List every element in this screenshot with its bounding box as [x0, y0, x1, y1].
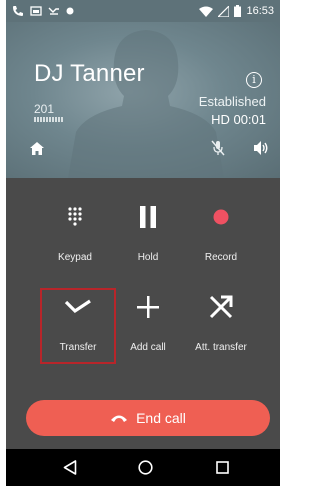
status-left — [12, 4, 74, 18]
call-timer: HD 00:01 — [211, 112, 266, 127]
record-button[interactable]: Record — [186, 200, 256, 280]
hold-button[interactable]: Hold — [113, 200, 183, 280]
call-quality-bars — [34, 117, 63, 122]
caller-name: DJ Tanner — [34, 60, 145, 87]
status-right: 16:53 — [199, 4, 274, 18]
recents-icon[interactable] — [216, 461, 229, 474]
hangup-icon — [111, 415, 128, 422]
end-call-button[interactable]: End call — [26, 400, 270, 436]
plus-icon — [113, 292, 183, 322]
phone-call-icon — [13, 6, 23, 16]
back-icon[interactable] — [63, 460, 77, 475]
attended-transfer-icon — [186, 292, 256, 322]
speaker-icon[interactable] — [254, 141, 269, 155]
end-call-label: End call — [136, 410, 186, 426]
keypad-button[interactable]: Keypad — [40, 200, 110, 280]
missed-call-icon — [48, 7, 59, 15]
battery-icon — [234, 5, 242, 17]
transfer-icon — [43, 292, 113, 322]
wifi-icon — [199, 6, 214, 17]
navigation-bar — [6, 449, 280, 486]
call-screen: 16:53 DJ Tanner 201 i Established HD 00:… — [6, 0, 280, 486]
caller-header: DJ Tanner 201 i Established HD 00:01 — [6, 22, 280, 178]
call-state: Established — [198, 94, 266, 109]
record-label: Record — [204, 252, 238, 263]
keypad-icon — [40, 202, 110, 232]
caller-extension: 201 — [34, 102, 55, 116]
record-icon — [186, 202, 256, 232]
add-call-button[interactable]: Add call — [113, 290, 183, 370]
mic-muted-icon[interactable] — [211, 140, 225, 156]
att-transfer-label: Att. transfer — [195, 342, 247, 353]
pause-icon — [113, 202, 183, 232]
transfer-button[interactable]: Transfer — [40, 290, 110, 370]
status-bar: 16:53 — [6, 0, 280, 22]
attended-transfer-button[interactable]: Att. transfer — [186, 290, 256, 370]
info-icon[interactable]: i — [246, 72, 262, 88]
voicemail-icon — [30, 6, 42, 16]
dot-icon — [66, 7, 74, 15]
home-nav-icon[interactable] — [138, 460, 153, 475]
home-icon[interactable] — [30, 142, 44, 155]
signal-icon — [218, 5, 230, 17]
status-time: 16:53 — [246, 5, 274, 17]
